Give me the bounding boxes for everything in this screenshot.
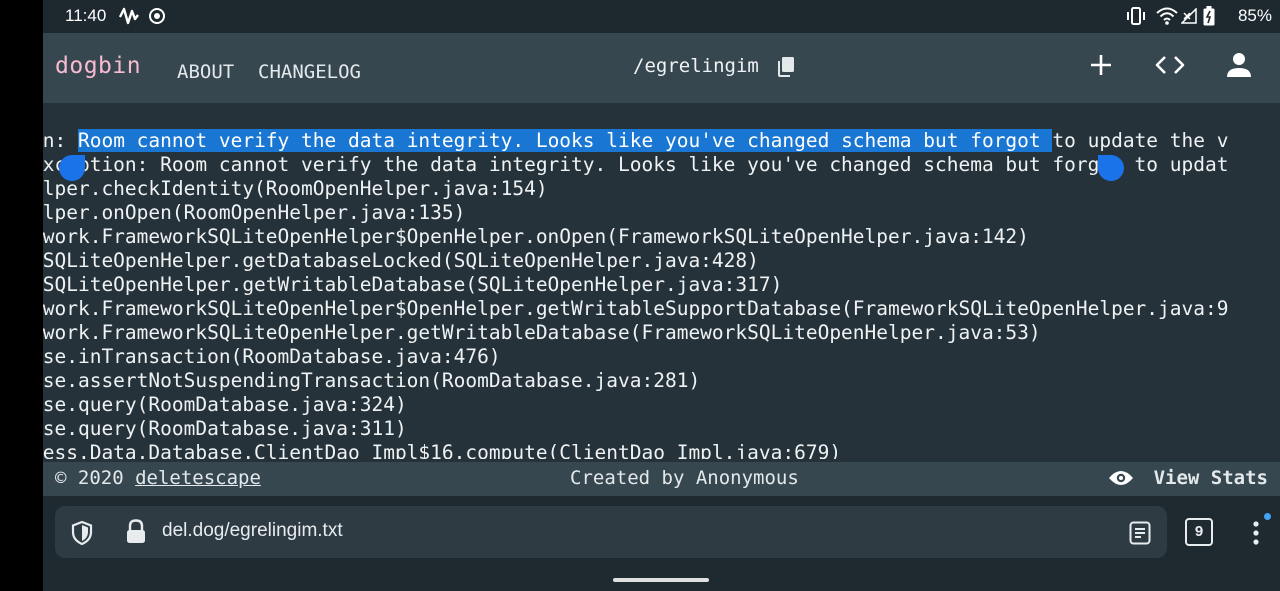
code-line: Exception: Room cannot verify the data i… xyxy=(43,153,1229,176)
overflow-menu-icon[interactable] xyxy=(1252,520,1260,550)
page-footer: © 2020 deletescape Created by Anonymous … xyxy=(43,462,1280,496)
signal-icon xyxy=(1180,7,1197,29)
eye-icon[interactable] xyxy=(1108,469,1134,492)
created-by-text: Created by Anonymous xyxy=(570,467,799,489)
copy-icon[interactable] xyxy=(778,57,794,81)
url-bar[interactable]: del.dog/egrelingim.txt xyxy=(55,506,1167,558)
tabs-counter-button[interactable]: 9 xyxy=(1185,518,1213,546)
vibrate-icon xyxy=(1125,5,1147,32)
code-line: on: Room cannot verify the data integrit… xyxy=(43,129,1229,152)
document-title: /egrelingim xyxy=(633,55,759,77)
phone-screen: 11:40 85% dogbin ABOUT CHANGELOG /egreli… xyxy=(43,0,1280,591)
code-line: ase.query(RoomDatabase.java:324) xyxy=(43,393,407,416)
code-line: elper.checkIdentity(RoomOpenHelper.java:… xyxy=(43,177,548,200)
selection-start-handle[interactable] xyxy=(59,155,85,181)
code-line: ase.assertNotSuspendingTransaction(RoomD… xyxy=(43,369,701,392)
copyright-text: © 2020 deletescape xyxy=(55,467,261,489)
code-line: ework.FrameworkSQLiteOpenHelper.getWrita… xyxy=(43,321,1041,344)
code-line: ework.FrameworkSQLiteOpenHelper$OpenHelp… xyxy=(43,225,1029,248)
wifi-icon xyxy=(1155,5,1179,32)
gesture-navigation-bar[interactable] xyxy=(613,578,709,582)
nav-about-link[interactable]: ABOUT xyxy=(177,61,234,83)
lock-icon xyxy=(125,519,147,549)
new-paste-button[interactable] xyxy=(1089,51,1113,83)
paste-content[interactable]: on: Room cannot verify the data integrit… xyxy=(43,103,1280,459)
status-bar: 11:40 85% xyxy=(43,0,1280,33)
battery-icon xyxy=(1203,6,1215,31)
battery-percent: 85% xyxy=(1237,6,1272,25)
code-line: ework.FrameworkSQLiteOpenHelper$OpenHelp… xyxy=(43,297,1229,320)
code-line: ress.Data.Database.ClientDao_Impl$16.com… xyxy=(43,441,842,459)
code-line: .SQLiteOpenHelper.getDatabaseLocked(SQLi… xyxy=(43,249,759,272)
code-line: ase.query(RoomDatabase.java:311) xyxy=(43,417,407,440)
shield-icon[interactable] xyxy=(71,520,93,549)
code-line: .SQLiteOpenHelper.getWritableDatabase(SQ… xyxy=(43,273,783,296)
status-time: 11:40 xyxy=(65,6,107,25)
app-header: dogbin ABOUT CHANGELOG /egrelingim xyxy=(43,33,1280,103)
code-view-button[interactable] xyxy=(1154,51,1186,83)
code-line: ase.inTransaction(RoomDatabase.java:476) xyxy=(43,345,501,368)
url-text[interactable]: del.dog/egrelingim.txt xyxy=(162,520,343,542)
nav-changelog-link[interactable]: CHANGELOG xyxy=(258,61,361,83)
text-selection: Room cannot verify the data integrity. L… xyxy=(77,129,1053,152)
record-icon xyxy=(148,7,166,30)
view-stats-button[interactable]: View Stats xyxy=(1154,467,1268,489)
activity-icon xyxy=(118,5,140,32)
account-icon[interactable] xyxy=(1225,51,1253,83)
selection-end-handle[interactable] xyxy=(1098,155,1124,181)
author-link[interactable]: deletescape xyxy=(135,467,261,489)
browser-toolbar: del.dog/egrelingim.txt 9 xyxy=(43,496,1280,591)
menu-notification-badge xyxy=(1264,513,1271,520)
dogbin-logo[interactable]: dogbin xyxy=(55,53,141,79)
reader-view-icon[interactable] xyxy=(1129,521,1151,549)
code-line: elper.onOpen(RoomOpenHelper.java:135) xyxy=(43,201,466,224)
